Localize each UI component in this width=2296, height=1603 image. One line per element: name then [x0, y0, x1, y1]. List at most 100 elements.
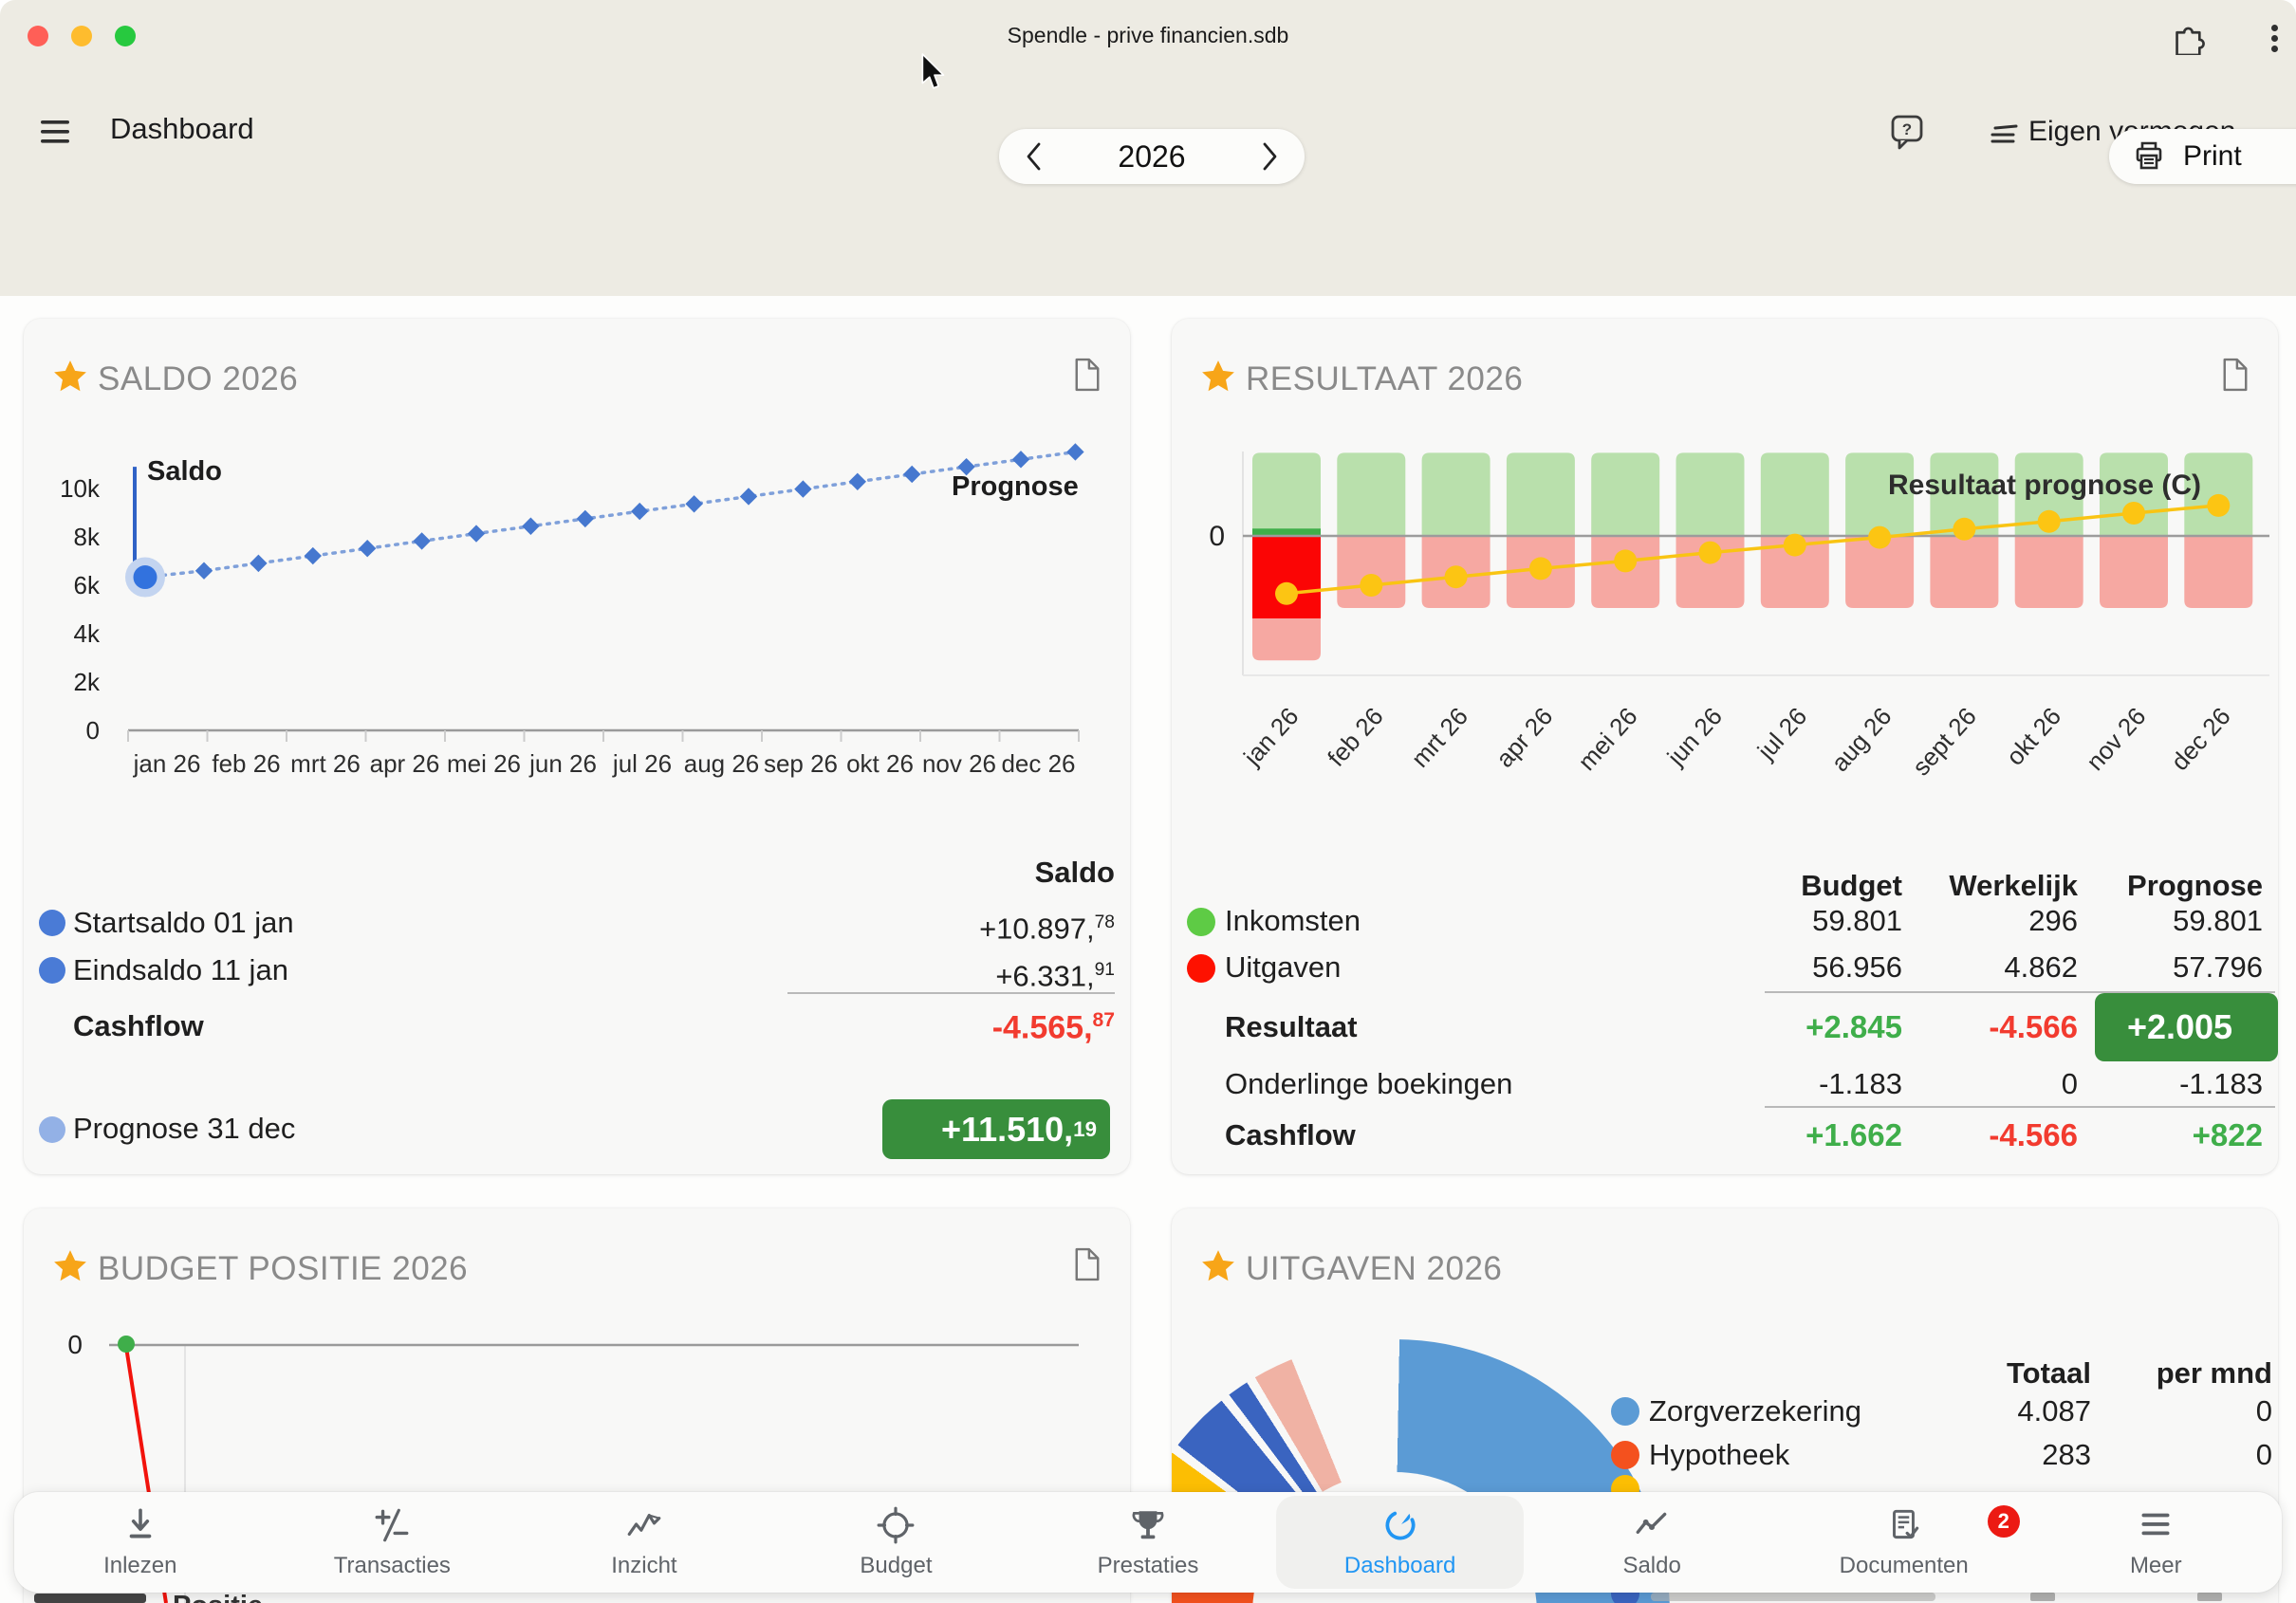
legend-dot — [39, 1116, 65, 1143]
column-header: Prognose — [2016, 869, 2263, 903]
cell-value: +2.005 — [2095, 993, 2265, 1061]
zero-label: 0 — [67, 1330, 83, 1359]
chevron-left-icon[interactable] — [1022, 138, 1046, 175]
report-page-icon[interactable] — [2221, 357, 2250, 393]
favorite-star-icon[interactable] — [52, 1248, 88, 1284]
x-tick: nov 26 — [922, 749, 996, 778]
legend-label: Hypotheek — [1649, 1437, 1789, 1473]
legend-dot — [39, 957, 65, 984]
saldo-line-chart: 10k8k6k4k2k0jan 26feb 26mrt 26apr 26mei … — [24, 433, 1130, 812]
row-label: Uitgaven — [1225, 949, 1341, 986]
nav-item-inlezen[interactable]: Inlezen — [16, 1496, 265, 1589]
nav-item-meer[interactable]: Meer — [2032, 1496, 2281, 1589]
zero-label: 0 — [1209, 521, 1225, 552]
hamburger-menu-icon[interactable] — [40, 120, 72, 146]
series-label-saldo: Saldo — [147, 456, 222, 487]
favorite-star-icon[interactable] — [52, 359, 88, 395]
series-label-prognose: Prognose — [952, 471, 1079, 502]
x-tick: okt 26 — [2000, 702, 2066, 771]
nav-item-documenten[interactable]: Documenten2 — [1780, 1496, 2028, 1589]
cell-value: -4.566 — [1831, 1009, 2078, 1045]
divider — [787, 992, 1115, 994]
total-value: 4.087 — [1882, 1393, 2091, 1429]
saldo-row-value: +10.897,78 — [688, 905, 1115, 941]
legend-dot — [1611, 1441, 1639, 1469]
row-label: Onderlinge boekingen — [1225, 1066, 1512, 1102]
plusminus-icon — [372, 1505, 412, 1545]
card-title: SALDO 2026 — [98, 360, 298, 398]
card-title: UITGAVEN 2026 — [1246, 1250, 1502, 1288]
x-tick: jun 26 — [528, 749, 597, 778]
x-tick: apr 26 — [370, 749, 440, 778]
prognose-badge: +11.510,19 — [882, 1099, 1110, 1159]
chevron-right-icon[interactable] — [1257, 138, 1282, 175]
kebab-menu-icon[interactable] — [2271, 21, 2278, 56]
y-tick: 0 — [86, 716, 100, 745]
favorite-star-icon[interactable] — [1200, 1248, 1236, 1284]
year-selector[interactable]: 2026 — [999, 129, 1305, 184]
window-title: Spendle - prive financien.sdb — [0, 23, 2296, 48]
trend-icon — [1632, 1505, 1672, 1545]
legend-dot — [39, 910, 65, 936]
x-tick: sep 26 — [764, 749, 838, 778]
nav-label: Saldo — [1622, 1553, 1680, 1579]
favorite-star-icon[interactable] — [1200, 359, 1236, 395]
page-title: Dashboard — [110, 112, 254, 146]
nav-item-transacties[interactable]: Transacties — [268, 1496, 517, 1589]
nav-item-dashboard[interactable]: Dashboard — [1276, 1496, 1525, 1589]
per-month-value: 0 — [2064, 1393, 2272, 1429]
cell-value: +822 — [2016, 1117, 2263, 1153]
clipped-legend-text — [1651, 1593, 1935, 1601]
nav-label: Budget — [860, 1553, 932, 1579]
printer-icon — [2132, 139, 2166, 174]
nav-item-budget[interactable]: Budget — [772, 1496, 1021, 1589]
x-tick: mrt 26 — [1405, 702, 1473, 773]
svg-text:?: ? — [1902, 120, 1912, 138]
nav-item-inzicht[interactable]: Inzicht — [520, 1496, 768, 1589]
clipped-value — [2030, 1593, 2055, 1601]
legend-dot — [1187, 908, 1215, 936]
column-header: Totaal — [1882, 1356, 2091, 1391]
x-tick: sept 26 — [1906, 702, 1981, 781]
x-tick: feb 26 — [1322, 702, 1389, 772]
x-tick: dec 26 — [2165, 702, 2236, 776]
y-tick: 10k — [60, 474, 101, 503]
legend-dot — [1187, 954, 1215, 983]
resultaat-bar-chart: 0Resultaat prognose (C)jan 26feb 26mrt 2… — [1172, 433, 2278, 812]
row-label: Resultaat — [1225, 1009, 1358, 1045]
divider — [1765, 1106, 2275, 1108]
prognose-label: Prognose 31 dec — [73, 1112, 295, 1146]
saldo-card: SALDO 2026 10k8k6k4k2k0jan 26feb 26mrt 2… — [24, 319, 1130, 1174]
print-button[interactable]: Print — [2109, 129, 2296, 184]
report-page-icon[interactable] — [1073, 1246, 1102, 1282]
extension-puzzle-icon[interactable] — [2169, 19, 2205, 55]
per-month-value: 0 — [2064, 1437, 2272, 1473]
resultaat-card: RESULTAAT 2026 0Resultaat prognose (C)ja… — [1172, 319, 2278, 1174]
nav-label: Prestaties — [1098, 1553, 1199, 1579]
net-worth-lines-icon — [1987, 123, 2019, 148]
x-tick: jan 26 — [1237, 702, 1304, 771]
card-title: RESULTAAT 2026 — [1246, 360, 1523, 398]
doc-icon — [1884, 1505, 1924, 1545]
nav-label: Dashboard — [1344, 1553, 1455, 1579]
print-label: Print — [2183, 140, 2242, 173]
row-label: Inkomsten — [1225, 903, 1361, 939]
nav-label: Inlezen — [103, 1553, 176, 1579]
help-icon[interactable]: ? — [1888, 112, 1930, 154]
x-tick: jul 26 — [612, 749, 672, 778]
target-icon — [876, 1505, 916, 1545]
download-icon — [120, 1505, 160, 1545]
x-tick: jul 26 — [1751, 702, 1813, 765]
nav-label: Transacties — [334, 1553, 451, 1579]
nav-item-prestaties[interactable]: Prestaties — [1024, 1496, 1272, 1589]
card-title: BUDGET POSITIE 2026 — [98, 1250, 468, 1288]
nav-item-saldo[interactable]: Saldo — [1528, 1496, 1776, 1589]
nav-label: Meer — [2130, 1553, 2182, 1579]
cell-value: -1.183 — [2016, 1066, 2263, 1102]
x-tick: mei 26 — [1572, 702, 1643, 776]
saldo-row-label: Startsaldo 01 jan — [73, 905, 294, 941]
total-value: 283 — [1882, 1437, 2091, 1473]
mouse-cursor — [920, 53, 949, 91]
gauge-icon — [1380, 1505, 1420, 1545]
report-page-icon[interactable] — [1073, 357, 1102, 393]
